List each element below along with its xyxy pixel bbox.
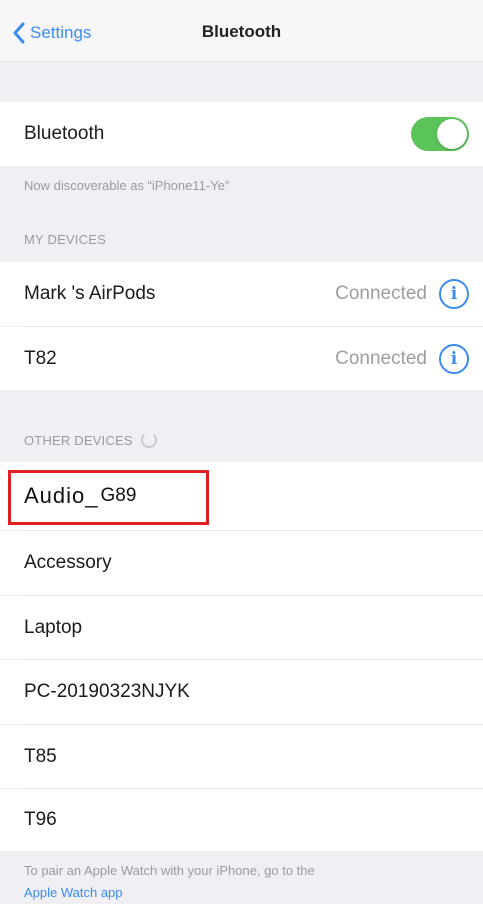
bluetooth-label: Bluetooth	[24, 123, 105, 144]
other-devices-header: OTHER DEVICES	[24, 432, 157, 448]
device-name: Laptop	[24, 616, 83, 638]
device-row-other-3[interactable]: PC-20190323NJYK	[0, 660, 483, 724]
toggle-knob	[437, 119, 467, 149]
device-name: PC-20190323NJYK	[24, 681, 190, 702]
discoverable-note: Now discoverable as “iPhone11-Ye”	[24, 178, 230, 193]
other-devices-header-label: OTHER DEVICES	[24, 432, 133, 448]
info-circle-icon[interactable]: i	[439, 279, 469, 309]
top-spacer	[0, 62, 483, 102]
device-name: Accessory	[24, 552, 112, 573]
device-row-my-0[interactable]: Mark 's AirPods Connected i	[0, 262, 483, 326]
apple-watch-app-link[interactable]: Apple Watch app	[24, 885, 123, 900]
device-row-other-2[interactable]: Laptop	[0, 596, 483, 659]
loading-spinner-icon	[140, 432, 157, 448]
highlight-box	[8, 470, 209, 525]
device-row-other-4[interactable]: T85	[0, 725, 483, 788]
device-status: Connected	[335, 347, 427, 369]
device-name: T85	[24, 745, 57, 767]
device-name: Mark 's AirPods	[24, 283, 156, 304]
bluetooth-toggle-row: Bluetooth	[0, 102, 483, 166]
device-row-my-1[interactable]: T82 Connected i	[0, 327, 483, 390]
device-name: T82	[24, 347, 57, 369]
info-circle-icon[interactable]: i	[439, 343, 469, 374]
footer-note: To pair an Apple Watch with your iPhone,…	[24, 860, 459, 904]
device-name: T96	[24, 809, 57, 830]
my-devices-header: MY DEVICES	[24, 232, 106, 247]
page-title: Bluetooth	[201, 22, 282, 41]
bluetooth-toggle[interactable]	[411, 117, 469, 151]
device-row-other-5[interactable]: T96	[0, 789, 483, 851]
my-devices-header-label: MY DEVICES	[24, 232, 106, 247]
device-row-other-1[interactable]: Accessory	[0, 531, 483, 595]
navigation-bar: Settings Bluetooth	[0, 0, 483, 62]
device-status: Connected	[335, 283, 427, 304]
footer-text: To pair an Apple Watch with your iPhone,…	[24, 863, 315, 878]
